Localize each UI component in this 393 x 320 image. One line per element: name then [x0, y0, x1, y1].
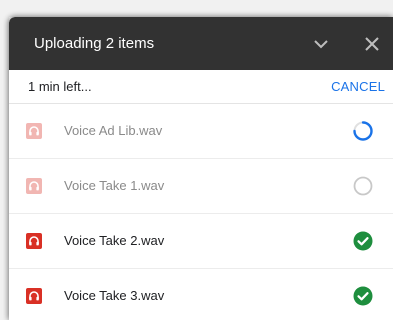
file-name: Voice Ad Lib.wav — [64, 123, 163, 138]
upload-panel: Uploading 2 items 1 min left... CANCEL V… — [9, 17, 393, 320]
chevron-down-icon — [314, 40, 328, 49]
close-button[interactable] — [359, 31, 385, 57]
audio-file-icon — [26, 178, 42, 194]
time-remaining: 1 min left... — [28, 79, 92, 94]
audio-file-icon — [26, 288, 42, 304]
file-name: Voice Take 1.wav — [64, 178, 165, 193]
page-background — [0, 0, 393, 17]
collapse-button[interactable] — [308, 31, 334, 57]
check-circle-icon — [352, 230, 374, 252]
list-item[interactable]: Voice Take 3.wav — [9, 269, 393, 320]
upload-title: Uploading 2 items — [34, 35, 155, 52]
upload-progress-icon — [352, 120, 374, 142]
upload-status-bar: 1 min left... CANCEL — [9, 70, 393, 104]
audio-file-icon — [26, 123, 42, 139]
check-circle-icon — [352, 285, 374, 307]
audio-file-icon — [26, 233, 42, 249]
queued-icon — [352, 175, 374, 197]
upload-panel-header: Uploading 2 items — [9, 17, 393, 70]
list-item[interactable]: Voice Take 2.wav — [9, 214, 393, 269]
page-background-left — [0, 0, 9, 320]
close-icon — [365, 37, 379, 51]
file-name: Voice Take 3.wav — [64, 288, 165, 303]
cancel-button[interactable]: CANCEL — [331, 79, 385, 94]
file-name: Voice Take 2.wav — [64, 233, 165, 248]
list-item[interactable]: Voice Take 1.wav — [9, 159, 393, 214]
list-item[interactable]: Voice Ad Lib.wav — [9, 104, 393, 159]
